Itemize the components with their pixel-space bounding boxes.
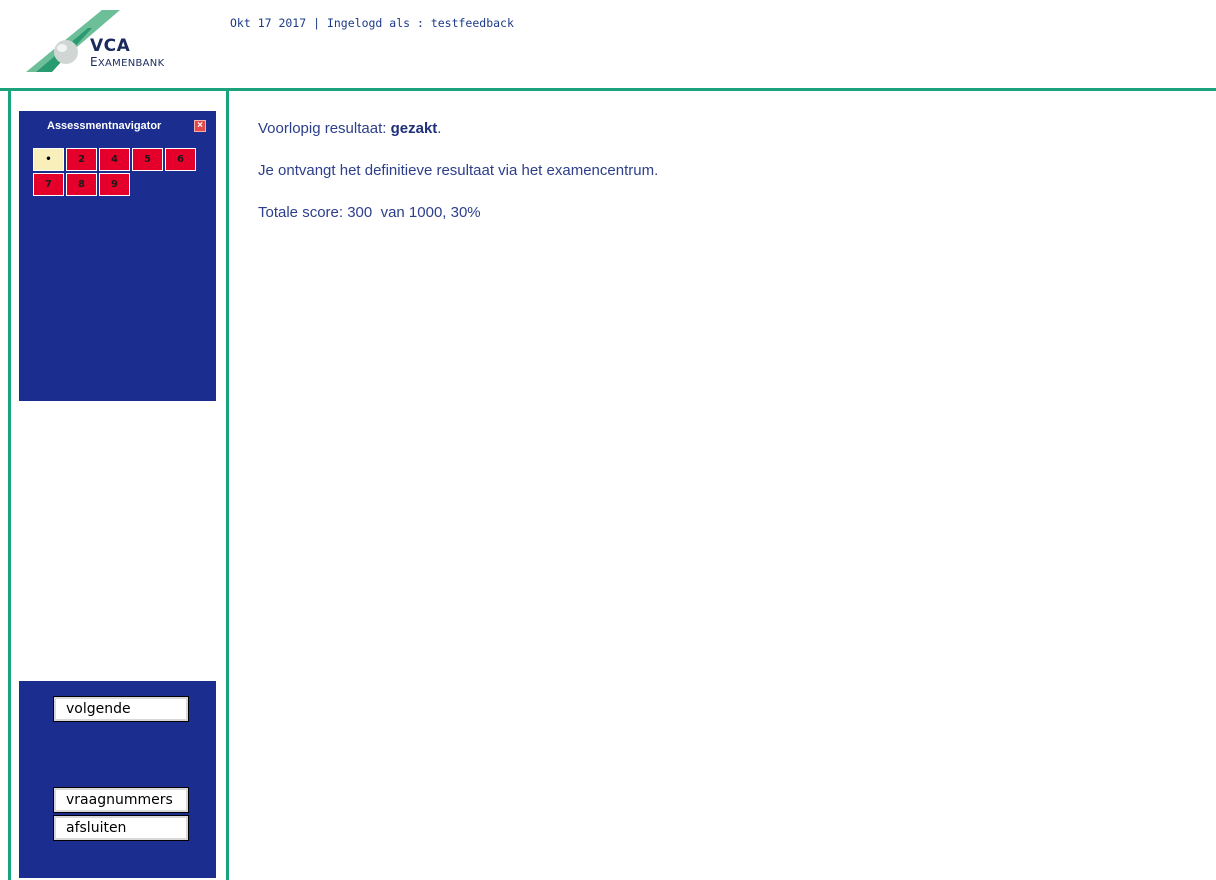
question-cell-2[interactable]: 2 [66, 148, 97, 171]
next-button[interactable]: volgende [53, 696, 189, 722]
preliminary-result: Voorlopig resultaat: gezakt. [258, 118, 1198, 140]
page-header: VCA EXAMENBANK Okt 17 2017 | Ingelogd al… [0, 0, 1216, 88]
frame-divider-top [0, 88, 1216, 91]
navigation-button-panel: volgende vraagnummers afsluiten [19, 681, 216, 878]
frame-divider-middle [226, 88, 229, 880]
result-suffix: . [437, 120, 442, 137]
question-numbers-button[interactable]: vraagnummers [53, 787, 189, 813]
session-separator: | [306, 16, 327, 30]
vca-logo: VCA EXAMENBANK [22, 6, 192, 76]
question-cell-8[interactable]: 8 [66, 173, 97, 196]
finish-button[interactable]: afsluiten [53, 815, 189, 841]
total-score: Totale score: 300 van 1000, 30% [258, 204, 481, 221]
question-grid: • 2 4 5 6 7 8 9 [33, 148, 198, 198]
question-cell-6[interactable]: 6 [165, 148, 196, 171]
session-date: Okt 17 2017 [230, 16, 307, 30]
question-cell-9[interactable]: 9 [99, 173, 130, 196]
username: testfeedback [430, 16, 514, 30]
navigator-close-icon[interactable]: × [194, 120, 206, 132]
question-cell-5[interactable]: 5 [132, 148, 163, 171]
result-content: Voorlopig resultaat: gezakt. Je ontvangt… [258, 118, 1198, 244]
login-label: Ingelogd als : [326, 16, 431, 30]
assessment-navigator: Assessmentnavigator × • 2 4 5 6 7 8 9 [19, 111, 216, 401]
navigator-title: Assessmentnavigator [47, 120, 162, 132]
question-cell-4[interactable]: 4 [99, 148, 130, 171]
logo-subtitle: EXAMENBANK [90, 55, 165, 69]
result-prefix: Voorlopig resultaat: [258, 120, 391, 137]
logo-title: VCA [90, 36, 131, 56]
frame-divider-left [8, 88, 11, 880]
question-cell-7[interactable]: 7 [33, 173, 64, 196]
session-info: Okt 17 2017 | Ingelogd als : testfeedbac… [230, 16, 514, 30]
question-cell-current[interactable]: • [33, 148, 64, 171]
result-notice: Je ontvangt het definitieve resultaat vi… [258, 162, 659, 179]
result-status: gezakt [390, 120, 438, 137]
